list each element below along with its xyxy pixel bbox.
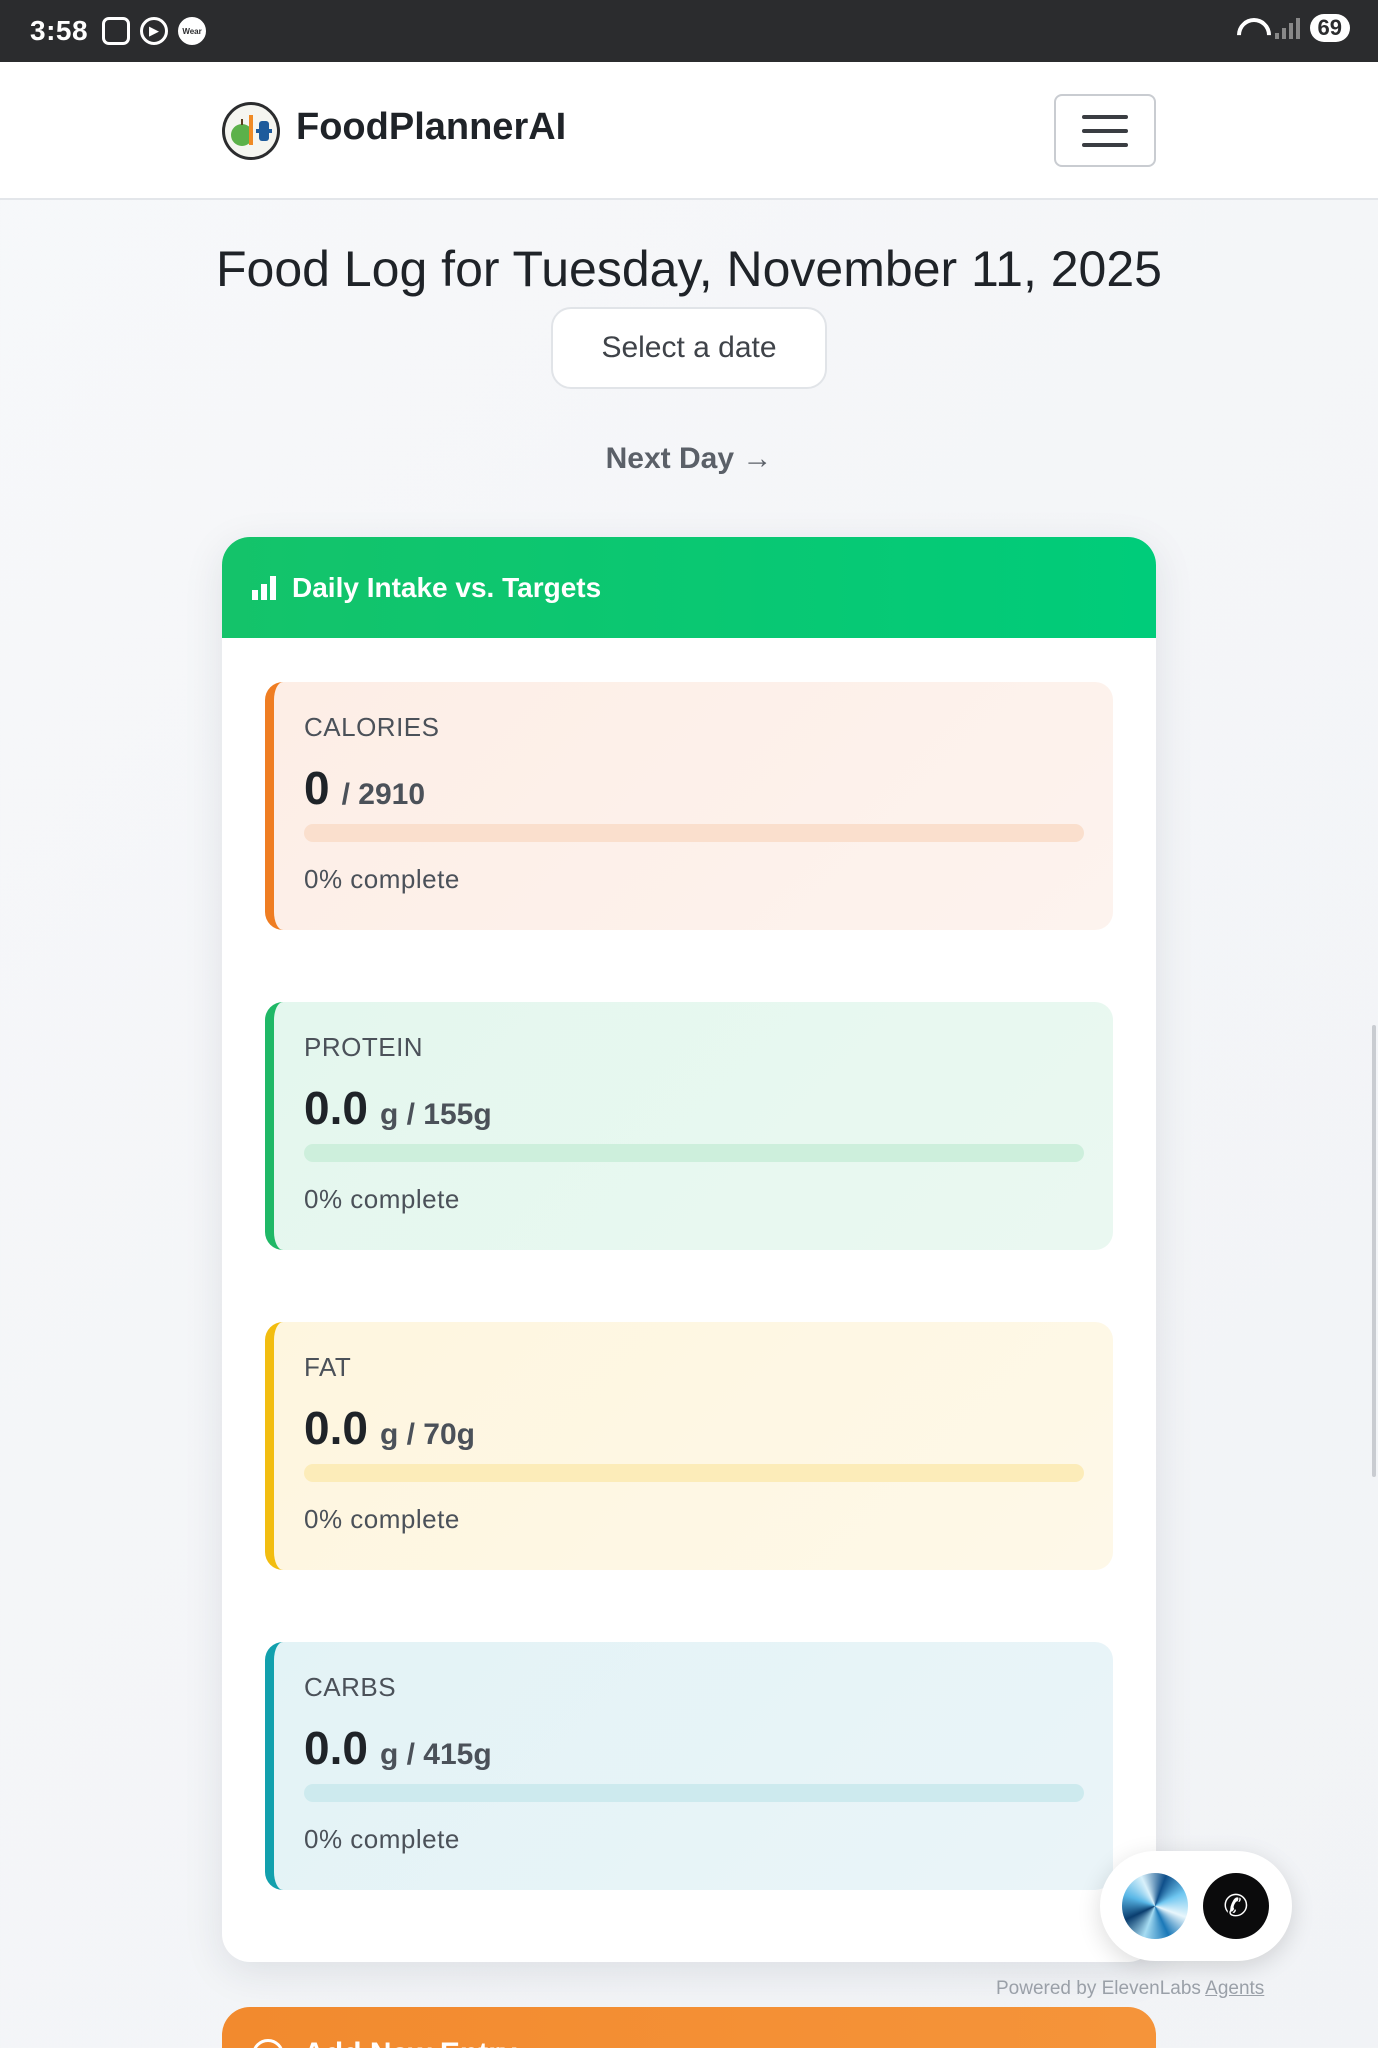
- macro-carbs: CARBS 0.0 g / 415g 0% complete: [265, 1642, 1113, 1890]
- voice-agent-widget: ✆: [1100, 1851, 1292, 1961]
- macro-protein: PROTEIN 0.0 g / 155g 0% complete: [265, 1002, 1113, 1250]
- hamburger-icon: [1082, 114, 1128, 119]
- logo-icon: [231, 115, 272, 146]
- macro-label: CARBS: [304, 1672, 397, 1702]
- macro-target: g / 415g: [379, 1738, 492, 1771]
- play-icon: ▶: [140, 17, 169, 45]
- powered-by-label: Powered by ElevenLabs: [996, 1978, 1201, 1999]
- powered-by-text: Powered by ElevenLabs Agents: [996, 1978, 1264, 2000]
- bar-chart-icon: [252, 575, 276, 600]
- date-picker[interactable]: Select a date: [551, 307, 827, 389]
- progress-status: 0% complete: [304, 1824, 460, 1854]
- call-button[interactable]: ✆: [1203, 1873, 1269, 1939]
- scrollbar[interactable]: [1372, 1025, 1376, 1477]
- voice-orb-icon[interactable]: [1122, 1873, 1188, 1939]
- agents-link[interactable]: Agents: [1205, 1978, 1264, 1999]
- wifi-icon: [1235, 16, 1265, 40]
- card-header: Daily Intake vs. Targets: [222, 537, 1156, 638]
- progress-status: 0% complete: [304, 864, 460, 894]
- card-title: Daily Intake vs. Targets: [292, 571, 602, 603]
- page-title: Food Log for Tuesday, November 11, 2025: [216, 241, 1162, 297]
- macro-value: 0 / 2910: [304, 761, 1113, 815]
- macro-current: 0: [304, 762, 330, 814]
- macro-current: 0.0: [304, 1402, 368, 1454]
- macro-target: g / 70g: [379, 1418, 475, 1451]
- phone-icon: ✆: [1223, 1889, 1249, 1923]
- menu-button[interactable]: [1054, 94, 1156, 167]
- progress-bar: [304, 824, 1084, 842]
- brand-name[interactable]: FoodPlannerAI: [296, 106, 566, 149]
- status-bar: 3:58 ▶ Wear 69: [0, 0, 1378, 62]
- macro-label: PROTEIN: [304, 1032, 424, 1062]
- add-entry-card[interactable]: Add New Entry: [222, 2007, 1156, 2048]
- macro-fat: FAT 0.0 g / 70g 0% complete: [265, 1322, 1113, 1570]
- macro-target: g / 155g: [379, 1098, 492, 1131]
- macro-label: CALORIES: [304, 712, 440, 742]
- progress-bar: [304, 1144, 1084, 1162]
- brand-logo[interactable]: [222, 102, 280, 160]
- macro-target: / 2910: [341, 778, 426, 811]
- wear-icon: Wear: [178, 17, 207, 45]
- macro-value: 0.0 g / 155g: [304, 1081, 1113, 1135]
- progress-status: 0% complete: [304, 1504, 460, 1534]
- status-right: 69: [1235, 14, 1350, 42]
- signal-icon: [1274, 17, 1300, 39]
- daily-intake-card: Daily Intake vs. Targets CALORIES 0 / 29…: [222, 537, 1156, 1962]
- navbar: FoodPlannerAI: [0, 62, 1378, 200]
- screenshot-icon: [102, 17, 131, 45]
- add-entry-title: Add New Entry: [303, 2037, 516, 2048]
- macro-value: 0.0 g / 415g: [304, 1721, 1113, 1775]
- macro-current: 0.0: [304, 1722, 368, 1774]
- macro-calories: CALORIES 0 / 2910 0% complete: [265, 682, 1113, 930]
- progress-bar: [304, 1464, 1084, 1482]
- status-time: 3:58: [30, 15, 89, 46]
- macro-current: 0.0: [304, 1082, 368, 1134]
- progress-status: 0% complete: [304, 1184, 460, 1214]
- macro-value: 0.0 g / 70g: [304, 1401, 1113, 1455]
- next-day-link[interactable]: Next Day →: [0, 442, 1378, 476]
- battery-indicator: 69: [1309, 14, 1350, 42]
- progress-bar: [304, 1784, 1084, 1802]
- status-icons: ▶ Wear: [102, 17, 207, 45]
- macro-label: FAT: [304, 1352, 352, 1382]
- add-circle-icon: [252, 2039, 284, 2048]
